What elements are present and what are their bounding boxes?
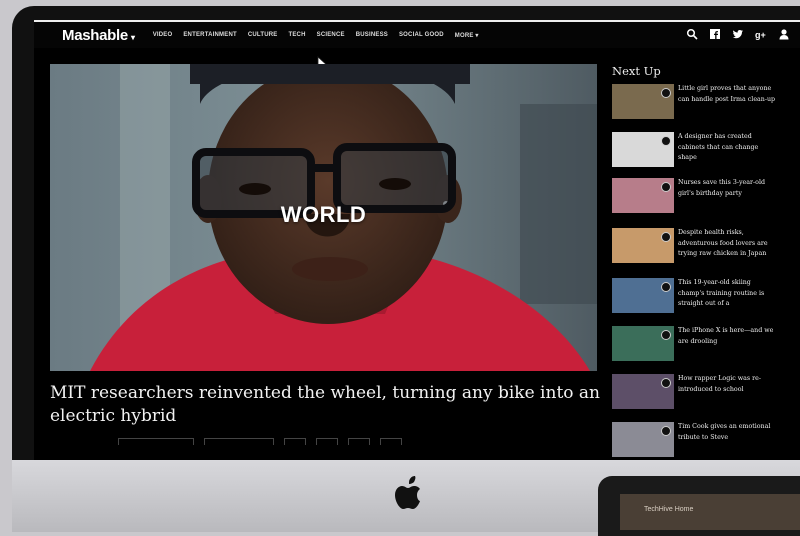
nav-item-entertainment[interactable]: ENTERTAINMENT	[183, 32, 237, 38]
nav-item-social-good[interactable]: SOCIAL GOOD	[399, 32, 444, 38]
sidebar-item-title: This 19-year-old skiing champ's training…	[678, 279, 765, 307]
sidebar-item-title: A designer has created cabinets that can…	[678, 133, 759, 161]
top-navigation-bar: Mashable ▾ VIDEO ENTERTAINMENT CULTURE TE…	[34, 20, 800, 48]
apple-logo-icon	[395, 476, 420, 509]
sidebar-item[interactable]: How rapper Logic was re-introduced to sc…	[612, 374, 792, 414]
sidebar-item[interactable]: Tim Cook gives an emotional tribute to S…	[612, 422, 792, 460]
share-button-4[interactable]	[316, 438, 338, 445]
laptop-screen-text: TechHive Home	[644, 506, 694, 513]
sidebar-item-title: Little girl proves that anyone can handl…	[678, 85, 776, 103]
share-button-1[interactable]	[118, 438, 194, 445]
nav-item-more[interactable]: MORE ▾	[455, 32, 479, 39]
nav-item-tech[interactable]: TECH	[288, 32, 305, 38]
video-thumbnail	[612, 278, 674, 313]
play-icon	[661, 182, 671, 192]
twitter-icon[interactable]	[732, 28, 744, 40]
sidebar-item-title: How rapper Logic was re-introduced to sc…	[678, 375, 762, 393]
hero-video[interactable]: WORLD	[50, 64, 597, 371]
play-icon	[661, 330, 671, 340]
nav-item-science[interactable]: SCIENCE	[317, 32, 345, 38]
sidebar-item-title: The iPhone X is here—and we are drooling	[678, 327, 774, 345]
sidebar-item-title: Nurses save this 3-year-old girl's birth…	[678, 179, 766, 197]
share-button-3[interactable]	[284, 438, 306, 445]
secondary-laptop: TechHive Home	[598, 476, 800, 536]
hero-category-label: WORLD	[280, 202, 367, 227]
video-thumbnail	[612, 374, 674, 409]
sidebar-title: Next Up	[612, 64, 661, 78]
user-account-icon[interactable]	[778, 28, 790, 40]
play-icon	[661, 378, 671, 388]
sidebar-item[interactable]: The iPhone X is here—and we are drooling	[612, 326, 792, 366]
play-icon	[661, 88, 671, 98]
search-icon[interactable]	[686, 28, 698, 40]
video-thumbnail	[612, 132, 674, 167]
play-icon	[661, 232, 671, 242]
secondary-laptop-screen: TechHive Home	[620, 494, 800, 530]
share-button-5[interactable]	[348, 438, 370, 445]
sidebar-item-title: Despite health risks, adventurous food l…	[678, 229, 768, 257]
play-icon	[661, 136, 671, 146]
play-icon	[661, 426, 671, 436]
sidebar-item[interactable]: Little girl proves that anyone can handl…	[612, 84, 792, 124]
nav-more-label: MORE	[454, 32, 474, 39]
site-logo-text: Mashable	[62, 26, 128, 44]
google-plus-icon[interactable]: g+	[755, 28, 767, 40]
site-logo[interactable]: Mashable ▾	[62, 27, 135, 44]
share-button-6[interactable]	[380, 438, 402, 445]
nav-icons: g+	[686, 28, 790, 40]
video-thumbnail	[612, 84, 674, 119]
nav-item-culture[interactable]: CULTURE	[248, 32, 278, 38]
video-thumbnail	[612, 326, 674, 361]
video-thumbnail	[612, 422, 674, 457]
sidebar-item[interactable]: Despite health risks, adventurous food l…	[612, 228, 792, 268]
logo-dropdown-icon[interactable]: ▾	[131, 33, 135, 42]
video-thumbnail	[612, 228, 674, 263]
sidebar-item[interactable]: This 19-year-old skiing champ's training…	[612, 278, 792, 318]
play-icon	[661, 282, 671, 292]
sidebar-item-title: Tim Cook gives an emotional tribute to S…	[678, 423, 771, 441]
browser-screen: Mashable ▾ VIDEO ENTERTAINMENT CULTURE TE…	[34, 20, 800, 460]
nav-item-video[interactable]: VIDEO	[153, 32, 173, 38]
sidebar-item[interactable]: A designer has created cabinets that can…	[612, 132, 792, 172]
svg-text:g+: g+	[755, 30, 766, 40]
sidebar-item[interactable]: Nurses save this 3-year-old girl's birth…	[612, 178, 792, 218]
share-button-2[interactable]	[204, 438, 274, 445]
share-bar	[118, 438, 402, 445]
nav-item-business[interactable]: BUSINESS	[356, 32, 388, 38]
facebook-icon[interactable]	[709, 28, 721, 40]
article-headline[interactable]: MIT researchers reinvented the wheel, tu…	[50, 382, 610, 428]
video-thumbnail	[612, 178, 674, 213]
